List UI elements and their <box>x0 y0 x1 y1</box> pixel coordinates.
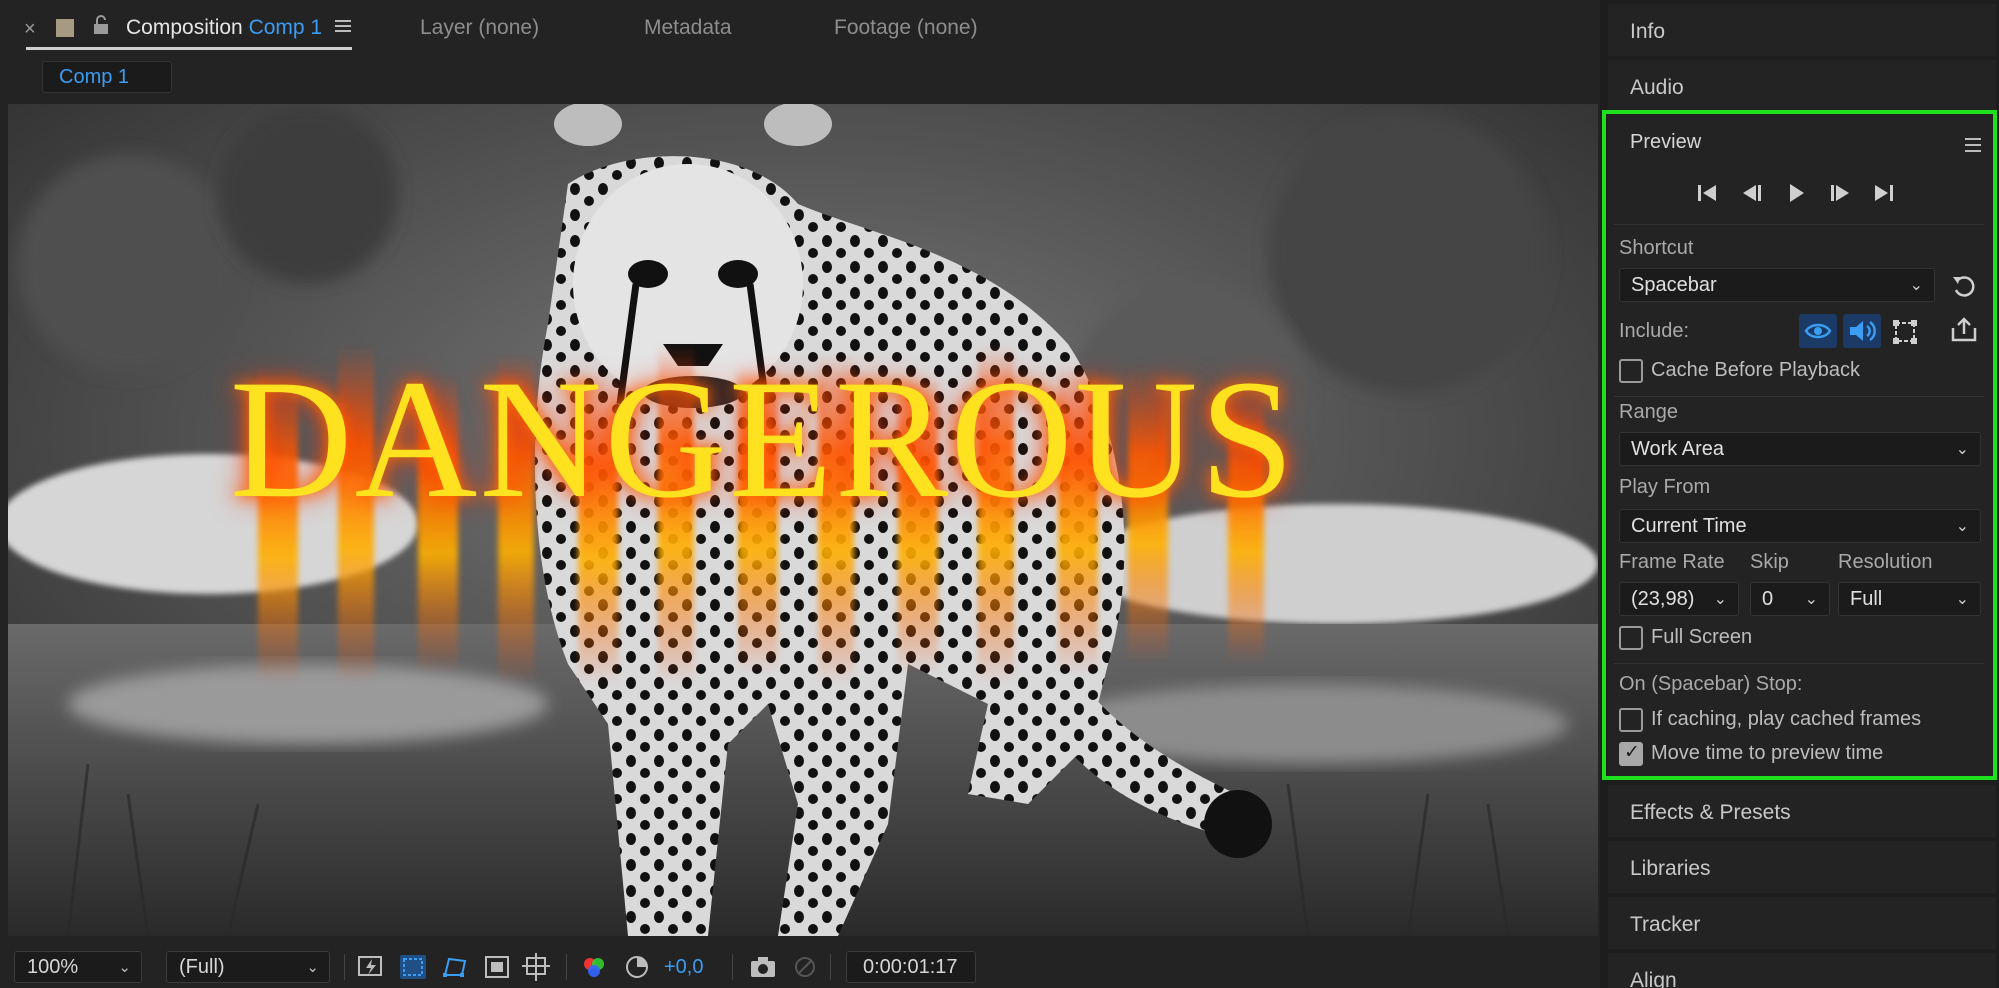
transparency-grid-icon[interactable] <box>398 953 428 981</box>
zoom-value: 100% <box>27 956 79 978</box>
toolbar-divider <box>732 954 733 980</box>
camera-snapshot-icon[interactable] <box>748 953 778 981</box>
tab-composition-label: Composition <box>126 16 243 39</box>
tab-layer[interactable]: Layer (none) <box>420 16 539 40</box>
channels-icon[interactable] <box>580 953 610 981</box>
tab-composition[interactable]: Composition Comp 1 <box>126 16 322 40</box>
chevron-down-icon: ⌄ <box>118 959 131 976</box>
resolution-dropdown[interactable]: (Full) ⌄ <box>166 951 330 983</box>
panel-menu-icon[interactable] <box>334 18 352 34</box>
info-panel-header[interactable]: Info <box>1608 4 1996 56</box>
viewer-toolbar: 100% ⌄ (Full) ⌄ +0,0 0:00:01:17 <box>0 944 1600 988</box>
lock-icon[interactable] <box>92 15 110 35</box>
toolbar-divider <box>830 954 831 980</box>
label-color-swatch[interactable] <box>56 19 74 37</box>
preview-highlight-outline <box>1602 110 1997 780</box>
effects-presets-panel-title: Effects & Presets <box>1630 801 1791 824</box>
comp-breadcrumb[interactable]: Comp 1 <box>42 61 172 93</box>
mask-visibility-icon[interactable] <box>440 953 470 981</box>
current-time-display[interactable]: 0:00:01:17 <box>846 951 976 983</box>
tracker-panel-title: Tracker <box>1630 913 1701 936</box>
info-panel-title: Info <box>1630 20 1666 43</box>
resolution-value: (Full) <box>179 956 225 978</box>
active-tab-indicator <box>26 47 352 50</box>
tab-metadata[interactable]: Metadata <box>644 16 732 40</box>
toolbar-divider <box>566 954 567 980</box>
exposure-value[interactable]: +0,0 <box>664 956 703 979</box>
exposure-reset-icon[interactable] <box>622 953 652 981</box>
audio-panel-title: Audio <box>1630 76 1684 99</box>
region-of-interest-icon[interactable] <box>482 953 512 981</box>
composition-panel: × Composition Comp 1 Layer (none) Metada… <box>0 0 1600 988</box>
zoom-dropdown[interactable]: 100% ⌄ <box>14 951 142 983</box>
show-snapshot-icon[interactable] <box>790 953 820 981</box>
grid-guides-icon[interactable] <box>522 953 552 981</box>
tab-footage[interactable]: Footage (none) <box>834 16 978 40</box>
libraries-panel-title: Libraries <box>1630 857 1711 880</box>
tab-composition-comp-name: Comp 1 <box>248 16 323 39</box>
panel-tab-bar: × Composition Comp 1 Layer (none) Metada… <box>0 0 1600 54</box>
chevron-down-icon: ⌄ <box>306 959 319 976</box>
effects-presets-panel-header[interactable]: Effects & Presets <box>1608 785 1996 837</box>
toolbar-divider <box>344 954 345 980</box>
align-panel-title: Align <box>1630 969 1677 988</box>
composition-viewer[interactable]: DANGEROUS <box>8 104 1598 936</box>
tracker-panel-header[interactable]: Tracker <box>1608 897 1996 949</box>
libraries-panel-header[interactable]: Libraries <box>1608 841 1996 893</box>
dangerous-title-text: DANGEROUS <box>229 345 1297 533</box>
close-icon[interactable]: × <box>24 18 36 41</box>
align-panel-header[interactable]: Align <box>1608 953 1996 988</box>
audio-panel-header[interactable]: Audio <box>1608 60 1996 112</box>
fast-previews-icon[interactable] <box>356 953 386 981</box>
